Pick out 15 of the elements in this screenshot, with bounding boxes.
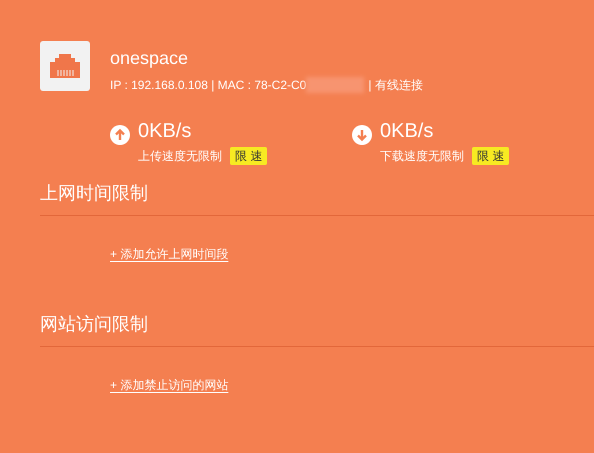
- connection-type: | 有线连接: [368, 77, 423, 93]
- section-title: 上网时间限制: [40, 182, 149, 205]
- device-info: IP : 192.168.0.108 | MAC : 78-C2-C0: [110, 77, 306, 93]
- section-title: 网站访问限制: [40, 313, 149, 336]
- speed-value: 0KB/s: [138, 119, 192, 143]
- device-icon: [40, 41, 90, 91]
- speed-limit-label: 上传速度无限制: [138, 148, 222, 165]
- speed-limit-label: 下载速度无限制: [380, 148, 464, 165]
- redaction-blur: [306, 77, 364, 93]
- upload-icon: [110, 125, 130, 145]
- download-icon: [352, 125, 372, 145]
- limit-speed-button[interactable]: 限 速: [230, 147, 268, 165]
- limit-speed-button[interactable]: 限 速: [472, 147, 510, 165]
- speed-value: 0KB/s: [380, 119, 434, 143]
- device-name: onespace: [110, 47, 190, 70]
